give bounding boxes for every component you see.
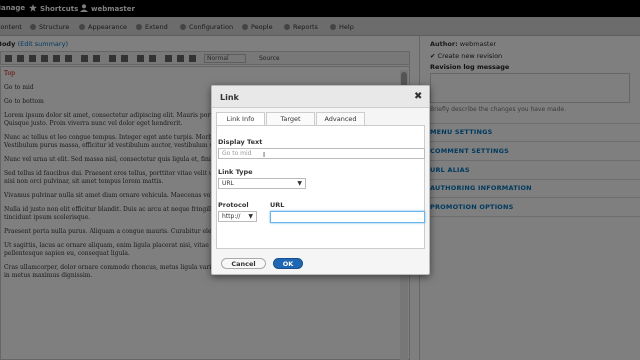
link-type-label: Link Type: [218, 168, 253, 176]
protocol-select[interactable]: http:// ▼: [218, 211, 257, 222]
cancel-button[interactable]: Cancel: [221, 258, 266, 269]
chevron-down-icon: ▼: [248, 213, 253, 220]
close-icon[interactable]: ✖: [414, 91, 422, 102]
text-cursor-icon: I: [263, 151, 266, 159]
tab-advanced[interactable]: Advanced: [316, 112, 365, 126]
ok-label: OK: [282, 260, 294, 268]
tab-label: Advanced: [324, 115, 357, 123]
display-text-label: Display Text: [218, 138, 263, 146]
link-dialog: Link ✖ Link Info Target Advanced Display…: [211, 85, 430, 275]
tab-label: Link Info: [226, 115, 255, 123]
ok-button[interactable]: OK: [273, 258, 303, 269]
url-input[interactable]: [270, 211, 425, 223]
cancel-label: Cancel: [231, 260, 256, 268]
tab-label: Target: [280, 115, 301, 123]
display-text-field[interactable]: Go to mid: [218, 148, 425, 159]
link-type-select[interactable]: URL ▼: [218, 178, 306, 189]
dialog-titlebar[interactable]: Link ✖: [212, 86, 429, 108]
protocol-value: http://: [222, 213, 241, 220]
url-label: URL: [270, 201, 285, 209]
dialog-title: Link: [220, 93, 239, 102]
tab-link-info[interactable]: Link Info: [216, 112, 265, 126]
chevron-down-icon: ▼: [297, 180, 302, 187]
protocol-label: Protocol: [218, 201, 249, 209]
tab-target[interactable]: Target: [266, 112, 315, 126]
link-type-value: URL: [222, 180, 234, 187]
link-info-panel: Display Text Go to mid Link Type URL ▼ P…: [216, 125, 425, 249]
